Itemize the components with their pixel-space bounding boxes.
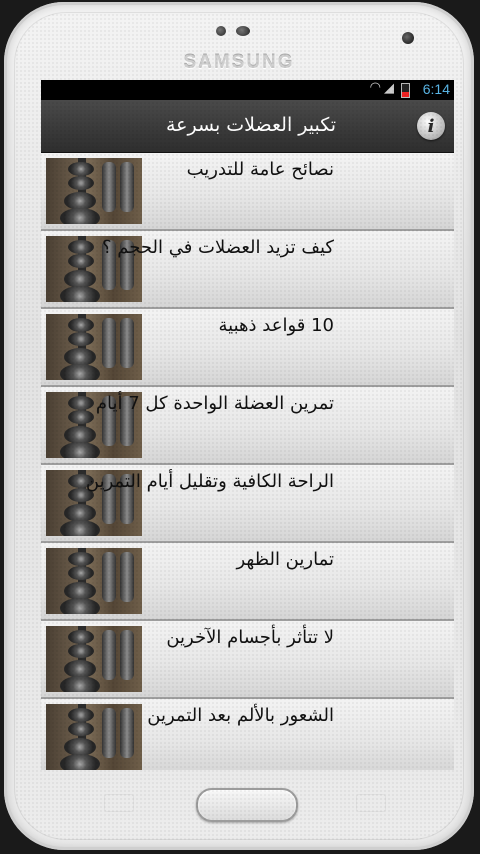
list-item[interactable]: نصائح عامة للتدريب <box>41 153 454 231</box>
list-item[interactable]: تمارين الظهر <box>41 543 454 621</box>
recent-apps-key[interactable] <box>104 794 134 812</box>
list-item-label: نصائح عامة للتدريب <box>186 159 334 180</box>
phone-frame: SAMSUNG ◠ ◢ 6:14 تكبير العضلات بسرعة i ن… <box>4 2 474 850</box>
home-button[interactable] <box>196 788 298 822</box>
dumbbell-thumbnail <box>46 704 142 770</box>
list-item[interactable]: الشعور بالألم بعد التمرين <box>41 699 454 770</box>
screen: ◠ ◢ 6:14 تكبير العضلات بسرعة i نصائح عام… <box>41 80 454 770</box>
signal-icon: ◢ <box>384 81 394 96</box>
list-item[interactable]: الراحة الكافية وتقليل أيام التمرين <box>41 465 454 543</box>
dumbbell-thumbnail <box>46 314 142 380</box>
front-camera <box>402 32 414 44</box>
list-item-label: تمارين الظهر <box>236 549 334 570</box>
list-item-label: لا تتأثر بأجسام الآخرين <box>166 627 334 648</box>
light-sensor <box>236 26 250 36</box>
action-bar: تكبير العضلات بسرعة i <box>41 100 454 153</box>
brand-logo: SAMSUNG <box>183 52 295 73</box>
status-time: 6:14 <box>422 81 450 97</box>
info-icon[interactable]: i <box>417 112 445 140</box>
list-item[interactable]: تمرين العضلة الواحدة كل 7 أيام <box>41 387 454 465</box>
list-item-label: كيف تزيد العضلات في الحجم ؟ <box>102 237 334 258</box>
back-key[interactable] <box>356 794 386 812</box>
dumbbell-thumbnail <box>46 158 142 224</box>
list-item-label: تمرين العضلة الواحدة كل 7 أيام <box>95 393 334 414</box>
list-item[interactable]: لا تتأثر بأجسام الآخرين <box>41 621 454 699</box>
dumbbell-thumbnail <box>46 548 142 614</box>
list-item[interactable]: 10 قواعد ذهبية <box>41 309 454 387</box>
list-item[interactable]: كيف تزيد العضلات في الحجم ؟ <box>41 231 454 309</box>
list-item-label: الشعور بالألم بعد التمرين <box>147 705 334 726</box>
status-bar: ◠ ◢ 6:14 <box>41 80 454 100</box>
dumbbell-thumbnail <box>46 626 142 692</box>
proximity-sensor <box>216 26 226 36</box>
article-list: نصائح عامة للتدريب كيف تزيد العضلات في ا… <box>41 153 454 770</box>
list-item-label: 10 قواعد ذهبية <box>218 315 334 336</box>
battery-icon <box>401 83 410 98</box>
wifi-icon: ◠ <box>369 80 381 95</box>
list-item-label: الراحة الكافية وتقليل أيام التمرين <box>85 471 334 492</box>
app-title: تكبير العضلات بسرعة <box>166 114 336 136</box>
